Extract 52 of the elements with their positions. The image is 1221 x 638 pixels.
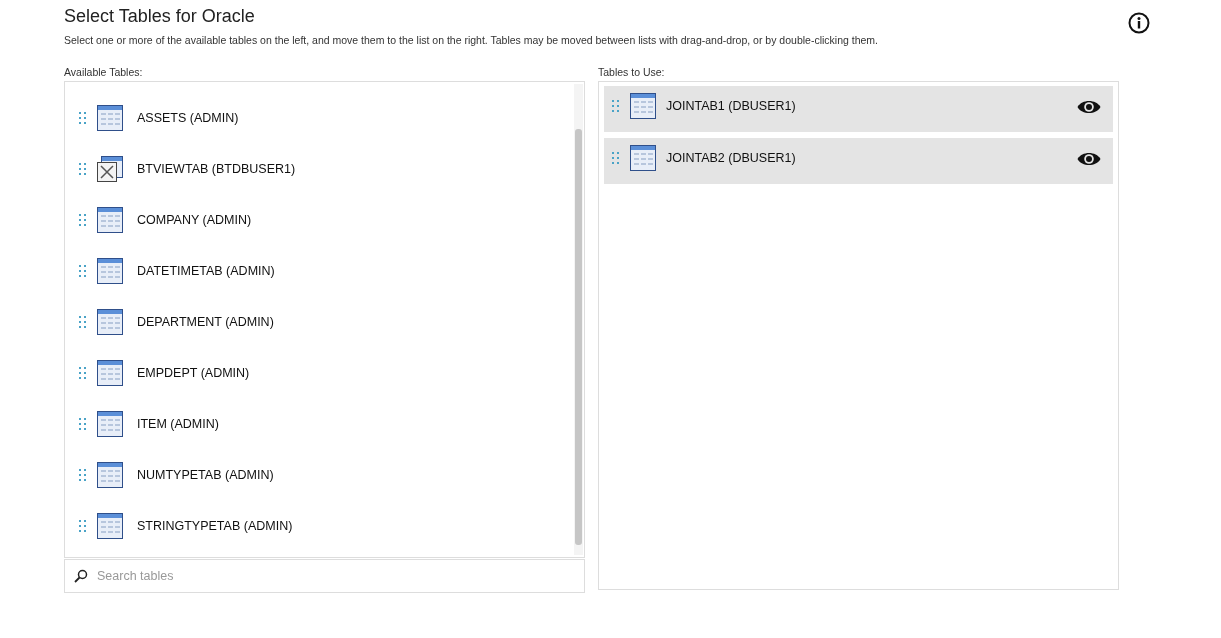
- table-name: NUMTYPETAB (ADMIN): [137, 467, 274, 482]
- view-icon: [97, 155, 123, 182]
- description: Select one or more of the available tables on the left, and move them to the list on the right. Tables may be moved between lists with drag-and-drop, or by double-clicking them.: [64, 34, 878, 46]
- table-name: EMPDEPT (ADMIN): [137, 365, 250, 380]
- drag-handle-icon[interactable]: [79, 111, 87, 124]
- table-name: COMPANY (ADMIN): [137, 212, 252, 227]
- table-name: ITEM (ADMIN): [137, 416, 219, 431]
- table-item[interactable]: STRINGTYPETAB (ADMIN): [65, 500, 573, 551]
- drag-handle-icon[interactable]: [79, 468, 87, 481]
- table-item[interactable]: ASSETS (ADMIN): [65, 92, 573, 143]
- drag-handle-icon[interactable]: [79, 162, 87, 175]
- table-icon: [97, 410, 123, 437]
- table-name: JOINTAB2 (DBUSER1): [666, 151, 797, 165]
- table-item[interactable]: ITEM (ADMIN): [65, 398, 573, 449]
- table-name: STRINGTYPETAB (ADMIN): [137, 518, 293, 533]
- table-icon: [630, 93, 656, 119]
- table-icon: [630, 145, 656, 171]
- table-item[interactable]: COMPANY (ADMIN): [65, 194, 573, 245]
- table-item[interactable]: DEPARTMENT (ADMIN): [65, 296, 573, 347]
- eye-icon[interactable]: [1077, 151, 1101, 167]
- page-title: Select Tables for Oracle: [64, 5, 256, 27]
- drag-handle-icon[interactable]: [79, 264, 87, 277]
- table-icon: [97, 206, 123, 233]
- table-icon: [97, 257, 123, 284]
- table-item[interactable]: DATETIMETAB (ADMIN): [65, 245, 573, 296]
- table-icon: [97, 308, 123, 335]
- table-icon: [97, 104, 123, 131]
- info-icon[interactable]: [1128, 12, 1150, 34]
- table-name: BTVIEWTAB (BTDBUSER1): [137, 161, 296, 176]
- table-name: JOINTAB1 (DBUSER1): [666, 99, 797, 113]
- table-icon: [97, 359, 123, 386]
- table-item[interactable]: BTVIEWTAB (BTDBUSER1): [65, 143, 573, 194]
- drag-handle-icon[interactable]: [612, 100, 620, 112]
- drag-handle-icon[interactable]: [79, 417, 87, 430]
- drag-handle-icon[interactable]: [79, 213, 87, 226]
- drag-handle-icon[interactable]: [612, 152, 620, 164]
- list-label: Available Tables:: [64, 66, 144, 78]
- table-item[interactable]: NUMTYPETAB (ADMIN): [65, 449, 573, 500]
- selected-table-item[interactable]: JOINTAB2 (DBUSER1): [604, 138, 1113, 184]
- table-item[interactable]: EMPDEPT (ADMIN): [65, 347, 573, 398]
- table-name: ASSETS (ADMIN): [137, 110, 239, 125]
- search-field[interactable]: Search tables: [64, 559, 585, 593]
- drag-handle-icon[interactable]: [79, 366, 87, 379]
- eye-icon[interactable]: [1077, 99, 1101, 115]
- table-name: DEPARTMENT (ADMIN): [137, 314, 274, 329]
- selected-table-item[interactable]: JOINTAB1 (DBUSER1): [604, 86, 1113, 132]
- table-icon: [97, 512, 123, 539]
- list-label: Tables to Use:: [598, 66, 666, 78]
- table-icon: [97, 461, 123, 488]
- drag-handle-icon[interactable]: [79, 315, 87, 328]
- table-name: DATETIMETAB (ADMIN): [137, 263, 275, 278]
- drag-handle-icon[interactable]: [79, 519, 87, 532]
